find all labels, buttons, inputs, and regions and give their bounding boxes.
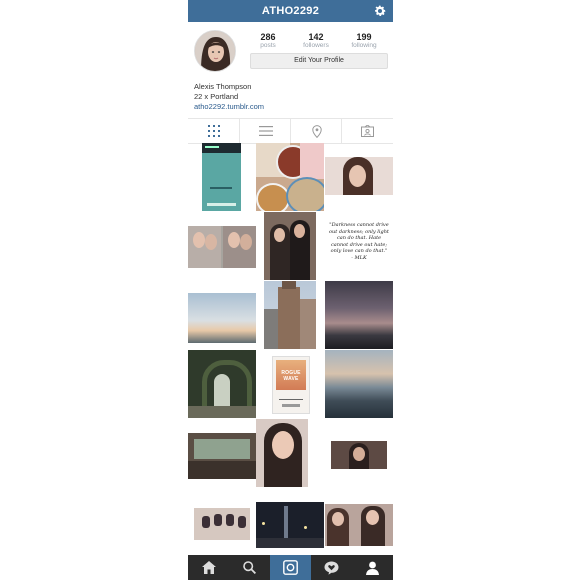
followers-label: followers	[303, 42, 329, 49]
profile-username: ATHO2292	[261, 5, 320, 17]
photo-post-ocean-sunset[interactable]	[325, 350, 393, 418]
photo-post-restaurant[interactable]	[188, 419, 256, 487]
photo-grid: "Darkness cannot drive out darkness; onl…	[188, 143, 393, 555]
bottom-navigation	[188, 555, 393, 580]
avatar[interactable]	[194, 30, 236, 72]
posts-label: posts	[260, 42, 276, 49]
location-pin-icon	[311, 124, 322, 138]
profile-bio: Alexis Thompson 22 x Portland atho2292.t…	[194, 82, 264, 112]
profile-view-tabs	[188, 118, 393, 144]
photo-post-album-cover[interactable]: ROGUE WAVE	[256, 350, 324, 418]
nav-home[interactable]	[188, 555, 229, 580]
photo-post-food[interactable]	[256, 143, 324, 211]
nav-activity[interactable]	[311, 555, 352, 580]
nav-camera[interactable]	[270, 555, 311, 580]
photo-post-nails[interactable]	[188, 488, 256, 556]
activity-icon	[324, 561, 339, 575]
gear-icon[interactable]	[373, 4, 387, 18]
camera-icon	[283, 560, 298, 575]
top-bar: ATHO2292	[188, 0, 393, 22]
profile-icon	[366, 561, 379, 575]
photo-post-phone-screenshot[interactable]	[188, 143, 256, 211]
photo-post-selfie-girl[interactable]	[325, 143, 393, 211]
tagged-photos-icon	[361, 125, 374, 137]
profile-bio-text: 22 x Portland	[194, 92, 239, 101]
instagram-profile-screen: ATHO2292 286 posts 142 followers 199 fol…	[188, 0, 393, 580]
photo-post-couple[interactable]	[256, 212, 324, 280]
quote-text: "Darkness cannot drive out darkness; onl…	[329, 222, 389, 255]
photo-post-building[interactable]	[256, 281, 324, 349]
posts-count: 286	[260, 32, 276, 42]
photo-post-dusk-sky[interactable]	[325, 281, 393, 349]
profile-website-link[interactable]: atho2292.tumblr.com	[194, 102, 264, 112]
tab-tagged[interactable]	[341, 119, 393, 143]
following-count: 199	[356, 32, 372, 42]
followers-stat[interactable]: 142 followers	[292, 32, 340, 50]
grid-icon	[207, 125, 220, 137]
tab-list[interactable]	[239, 119, 291, 143]
profile-stats: 286 posts 142 followers 199 following	[244, 32, 389, 52]
photo-post-selfie-portrait[interactable]	[256, 419, 324, 487]
photo-post-tunnel-trees[interactable]	[188, 350, 256, 418]
search-icon	[243, 561, 256, 574]
nav-search[interactable]	[229, 555, 270, 580]
photo-post-friends-selfie[interactable]	[325, 488, 393, 556]
photo-post-friends-collage[interactable]	[188, 212, 256, 280]
posts-stat[interactable]: 286 posts	[244, 32, 292, 50]
profile-name: Alexis Thompson	[194, 82, 252, 91]
list-icon	[258, 126, 273, 136]
following-stat[interactable]: 199 following	[340, 32, 388, 50]
photo-post-sunset-sky[interactable]	[188, 281, 256, 349]
quote-author: - MLK	[351, 254, 367, 261]
photo-post-tv-screen[interactable]	[325, 419, 393, 487]
tab-map[interactable]	[290, 119, 342, 143]
photo-post-quote[interactable]: "Darkness cannot drive out darkness; onl…	[325, 212, 393, 280]
tab-grid[interactable]	[188, 119, 239, 143]
album-title: ROGUE WAVE	[281, 370, 301, 382]
home-icon	[201, 561, 216, 574]
photo-post-night-lights[interactable]	[256, 488, 324, 556]
followers-count: 142	[308, 32, 324, 42]
profile-header: 286 posts 142 followers 199 following Ed…	[188, 22, 393, 118]
edit-profile-button[interactable]: Edit Your Profile	[250, 53, 388, 69]
following-label: following	[351, 42, 377, 49]
nav-profile[interactable]	[352, 555, 393, 580]
